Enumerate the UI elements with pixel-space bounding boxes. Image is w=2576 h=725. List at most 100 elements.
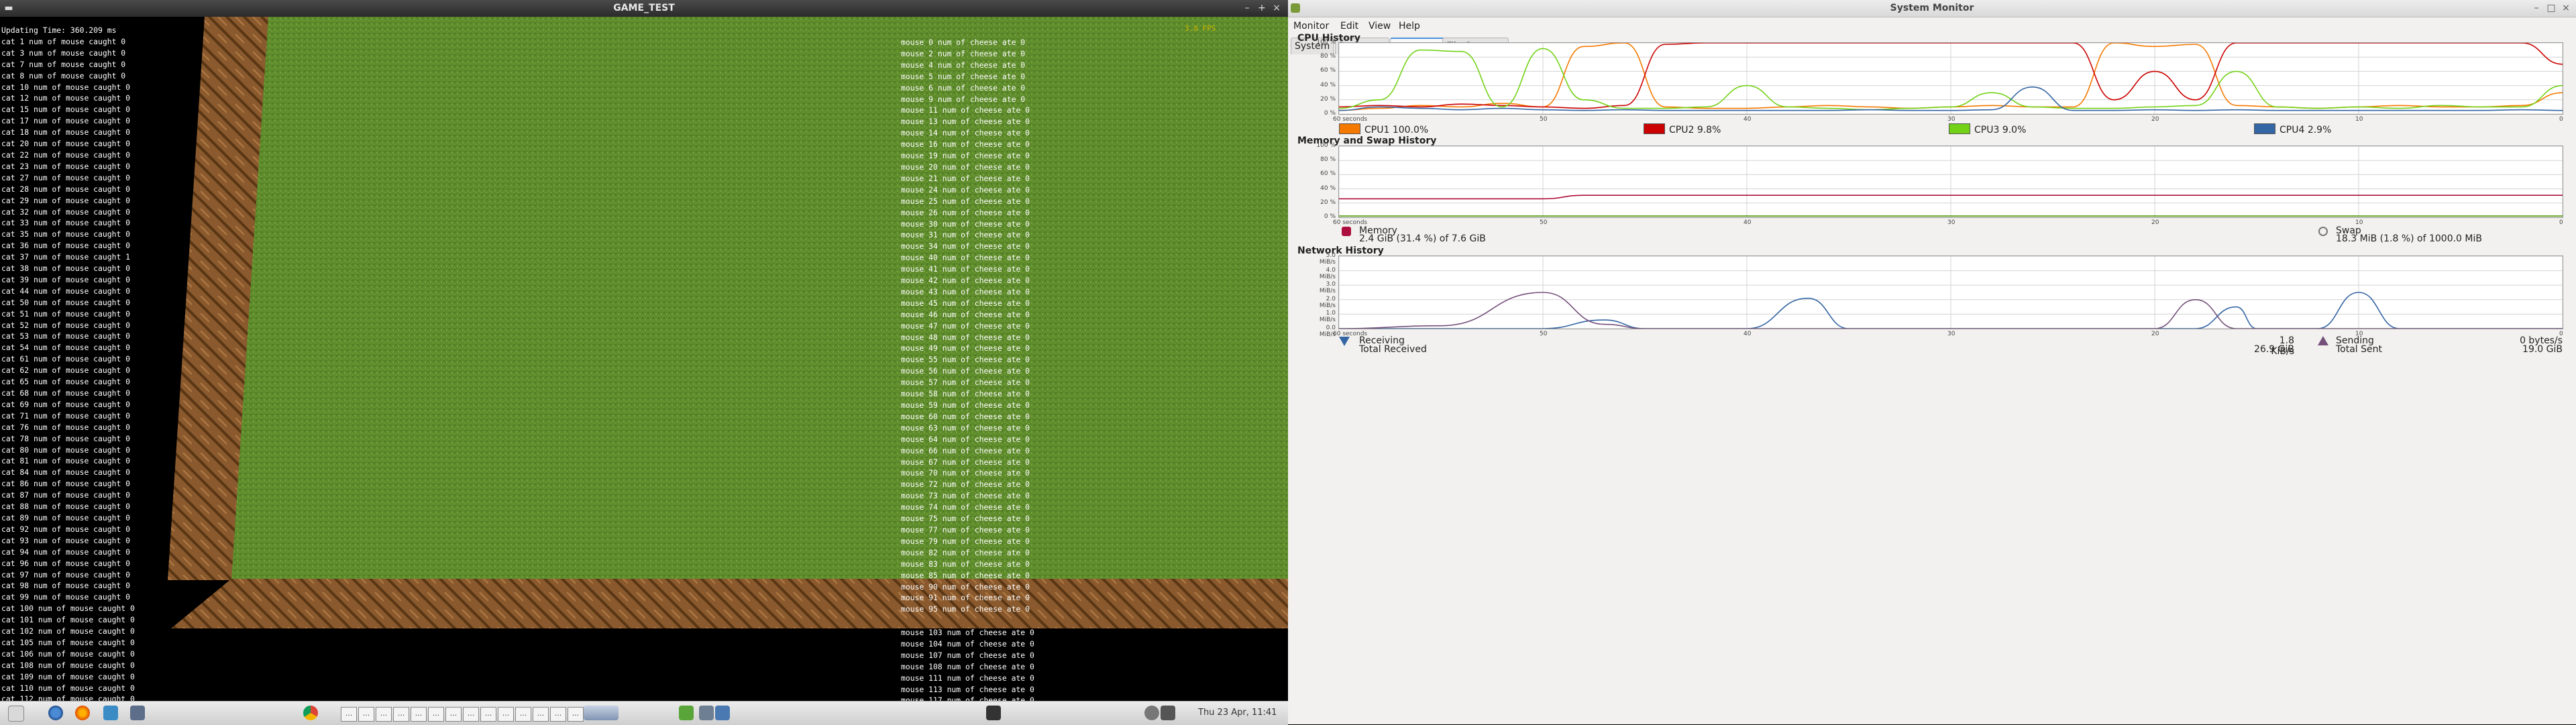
menu-monitor[interactable]: Monitor: [1293, 21, 1329, 32]
network-history-graph: [1338, 256, 2563, 329]
cat-log-line: cat 80 num of mouse caught 0: [1, 445, 131, 455]
mouse-log-line: mouse 90 num of cheese ate 0: [901, 581, 1030, 592]
cat-log-line: cat 22 num of mouse caught 0: [1, 150, 131, 160]
volume-icon[interactable]: [1161, 706, 1175, 720]
cat-log-line: cat 27 num of mouse caught 0: [1, 172, 131, 182]
taskbar-window-slot[interactable]: ...: [358, 707, 374, 722]
cat-log-line: cat 71 num of mouse caught 0: [1, 410, 131, 421]
receiving-arrow-icon[interactable]: [1339, 337, 1350, 346]
terminal-icon[interactable]: [986, 706, 1001, 720]
taskbar-window-slot[interactable]: ...: [533, 707, 549, 722]
menu-edit[interactable]: Edit: [1340, 21, 1358, 32]
workspace-switcher-icon[interactable]: [584, 706, 619, 720]
game-titlebar[interactable]: ▬ GAME_TEST – + ×: [0, 0, 1288, 17]
y-tick-label: 60 %: [1320, 170, 1336, 178]
system-monitor-title: System Monitor: [1890, 3, 1974, 13]
file-manager-icon[interactable]: [699, 706, 714, 720]
clock[interactable]: Thu 23 Apr, 11:41: [1198, 708, 1277, 718]
cat-log-line: cat 8 num of mouse caught 0: [1, 70, 126, 80]
taskbar-window-slot[interactable]: ...: [341, 707, 357, 722]
mouse-log-line: mouse 63 num of cheese ate 0: [901, 423, 1030, 433]
taskbar-window-slot[interactable]: ...: [428, 707, 444, 722]
chrome-icon[interactable]: [303, 706, 318, 720]
x-tick-label: 60 seconds: [1333, 331, 1368, 337]
close-icon[interactable]: ×: [1271, 2, 1283, 14]
cat-log-line: Updating Time: 360.209 ms: [1, 25, 117, 35]
taskbar-window-slot[interactable]: ...: [498, 707, 514, 722]
cat-log-line: cat 36 num of mouse caught 0: [1, 241, 131, 251]
cat-log-line: cat 23 num of mouse caught 0: [1, 161, 131, 171]
cpu4-legend[interactable]: CPU4 2.9%: [2254, 123, 2331, 135]
minimize-icon[interactable]: –: [2530, 2, 2542, 14]
taskbar-window-slot[interactable]: ...: [515, 707, 531, 722]
cat-log-line: cat 88 num of mouse caught 0: [1, 502, 131, 512]
mouse-log-line: mouse 82 num of cheese ate 0: [901, 547, 1030, 557]
chart-plot: [1339, 256, 2563, 329]
y-tick-label: 20 %: [1320, 95, 1336, 103]
cpu1-label: CPU1: [1364, 125, 1390, 135]
cat-log-line: cat 81 num of mouse caught 0: [1, 456, 131, 466]
mouse-log-line: mouse 111 num of cheese ate 0: [901, 673, 1034, 683]
steam-icon[interactable]: [48, 706, 63, 720]
maximize-icon[interactable]: □: [2545, 2, 2557, 14]
cat-log-line: cat 98 num of mouse caught 0: [1, 581, 131, 591]
cpu3-label: CPU3: [1974, 125, 2000, 135]
mouse-log-line: mouse 70 num of cheese ate 0: [901, 468, 1030, 478]
mouse-log-line: mouse 107 num of cheese ate 0: [901, 650, 1034, 660]
memory-history-graph: [1338, 146, 2563, 218]
system-monitor-titlebar[interactable]: System Monitor – □ ×: [1288, 0, 2576, 17]
folder-icon[interactable]: [715, 706, 730, 720]
close-icon[interactable]: ×: [2560, 2, 2572, 14]
network-tray-icon[interactable]: [1144, 706, 1159, 720]
cat-log-line: cat 39 num of mouse caught 0: [1, 274, 131, 284]
y-tick-label: 40 %: [1320, 184, 1336, 192]
mouse-log-line: mouse 0 num of cheese ate 0: [901, 38, 1026, 47]
x-tick-label: 50: [1540, 219, 1548, 226]
cat-log-line: cat 97 num of mouse caught 0: [1, 569, 131, 579]
mouse-log-line: mouse 103 num of cheese ate 0: [901, 628, 1034, 637]
taskbar-window-slot[interactable]: ...: [376, 707, 392, 722]
y-tick-label: 40 %: [1320, 81, 1336, 89]
game-canvas[interactable]: Updating Time: 360.209 ms cat 1 num of mo…: [0, 17, 1288, 701]
help-icon[interactable]: [130, 706, 145, 720]
y-tick-label: 20 %: [1320, 199, 1336, 206]
taskbar: ... ... ... ... ... ... ... ... ... ... …: [0, 701, 1288, 725]
sending-arrow-icon[interactable]: [2318, 336, 2328, 345]
firefox-icon[interactable]: [75, 706, 90, 720]
mouse-log-line: mouse 26 num of cheese ate 0: [901, 207, 1030, 217]
cpu1-legend[interactable]: CPU1 100.0%: [1339, 123, 1428, 135]
taskbar-window-slot[interactable]: ...: [480, 707, 496, 722]
apps-menu-icon[interactable]: [8, 706, 24, 722]
mouse-log-line: mouse 85 num of cheese ate 0: [901, 570, 1030, 580]
maximize-icon[interactable]: +: [1256, 2, 1268, 14]
taskbar-window-slot[interactable]: ...: [411, 707, 427, 722]
minimize-icon[interactable]: –: [1241, 2, 1253, 14]
menu-view[interactable]: View: [1368, 21, 1391, 32]
mouse-log-line: mouse 5 num of cheese ate 0: [901, 71, 1026, 81]
cpu3-legend[interactable]: CPU3 9.0%: [1949, 123, 2026, 135]
mouse-log: mouse 0 num of cheese ate 0 mouse 2 num o…: [901, 37, 1030, 615]
mouse-log-line: mouse 49 num of cheese ate 0: [901, 343, 1030, 353]
puzzle-icon[interactable]: [103, 706, 118, 720]
taskbar-window-slot[interactable]: ...: [550, 707, 566, 722]
taskbar-window-slot[interactable]: ...: [463, 707, 479, 722]
taskbar-window-slot[interactable]: ...: [568, 707, 584, 722]
memory-chip-icon[interactable]: [1342, 227, 1351, 236]
taskbar-window-slot[interactable]: ...: [393, 707, 409, 722]
mouse-log-line: mouse 67 num of cheese ate 0: [901, 457, 1030, 467]
swap-pie-icon[interactable]: [2318, 227, 2328, 236]
cpu2-legend[interactable]: CPU2 9.8%: [1644, 123, 1721, 135]
y-tick-label: 3.0 MiB/s: [1319, 281, 1336, 295]
menu-help[interactable]: Help: [1399, 21, 1420, 32]
x-tick-label: 0: [2559, 219, 2563, 226]
app-launcher-icon[interactable]: [679, 706, 694, 720]
cat-log-line: cat 51 num of mouse caught 0: [1, 309, 131, 319]
x-tick-label: 20: [2151, 331, 2159, 337]
taskbar-window-slot[interactable]: ...: [445, 707, 462, 722]
cat-log-line: cat 3 num of mouse caught 0: [1, 48, 126, 58]
cat-log-line: cat 93 num of mouse caught 0: [1, 535, 131, 545]
mouse-log-line: mouse 66 num of cheese ate 0: [901, 445, 1030, 455]
cpu4-swatch: [2254, 123, 2275, 134]
mouse-log-line: mouse 41 num of cheese ate 0: [901, 264, 1030, 274]
y-tick-label: 0 %: [1324, 110, 1336, 117]
